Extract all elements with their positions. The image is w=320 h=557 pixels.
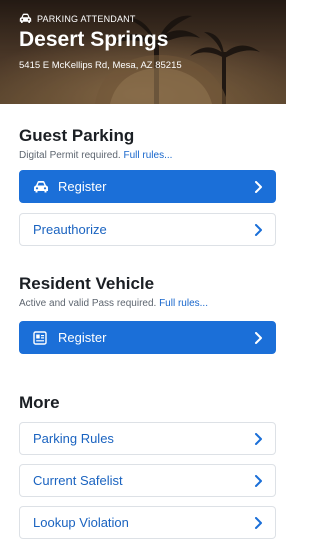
property-name: Desert Springs [19, 28, 169, 51]
lookup-violation-button[interactable]: Lookup Violation [19, 506, 276, 539]
role-label-text: Parking Attendant [37, 13, 136, 24]
resident-vehicle-requirement: Active and valid Pass required. [19, 298, 157, 309]
id-card-icon [33, 330, 49, 345]
chevron-right-icon [254, 331, 263, 344]
chevron-right-icon [254, 474, 263, 487]
resident-full-rules-link[interactable]: Full rules... [159, 298, 208, 309]
resident-vehicle-title: Resident Vehicle [19, 274, 155, 293]
lookup-violation-label: Lookup Violation [33, 515, 129, 530]
chevron-right-icon [254, 180, 263, 193]
current-safelist-button[interactable]: Current Safelist [19, 464, 276, 497]
current-safelist-label: Current Safelist [33, 473, 123, 488]
guest-register-button[interactable]: Register [19, 170, 276, 203]
parking-rules-label: Parking Rules [33, 431, 114, 446]
guest-parking-title: Guest Parking [19, 126, 135, 145]
property-header: Parking Attendant Desert Springs 5415 E … [0, 0, 286, 104]
resident-vehicle-section: Resident Vehicle Active and valid Pass r… [0, 246, 286, 354]
guest-register-label: Register [58, 179, 107, 194]
guest-parking-note: Digital Permit required. Full rules... [19, 150, 276, 161]
guest-parking-section: Guest Parking Digital Permit required. F… [0, 104, 286, 246]
more-section: More Parking Rules Current Safelist Look… [0, 354, 286, 539]
resident-register-label: Register [58, 330, 107, 345]
parking-rules-button[interactable]: Parking Rules [19, 422, 276, 455]
chevron-right-icon [254, 223, 263, 236]
role-label: Parking Attendant [19, 13, 276, 24]
property-address: 5415 E McKellips Rd, Mesa, AZ 85215 [19, 60, 182, 71]
more-title: More [19, 393, 60, 412]
chevron-right-icon [254, 516, 263, 529]
resident-register-button[interactable]: Register [19, 321, 276, 354]
car-icon [19, 13, 32, 23]
chevron-right-icon [254, 432, 263, 445]
guest-preauthorize-button[interactable]: Preauthorize [19, 213, 276, 246]
resident-vehicle-note: Active and valid Pass required. Full rul… [19, 298, 276, 309]
guest-parking-requirement: Digital Permit required. [19, 150, 121, 161]
guest-preauthorize-label: Preauthorize [33, 222, 107, 237]
car-icon [33, 180, 49, 194]
guest-full-rules-link[interactable]: Full rules... [124, 150, 173, 161]
